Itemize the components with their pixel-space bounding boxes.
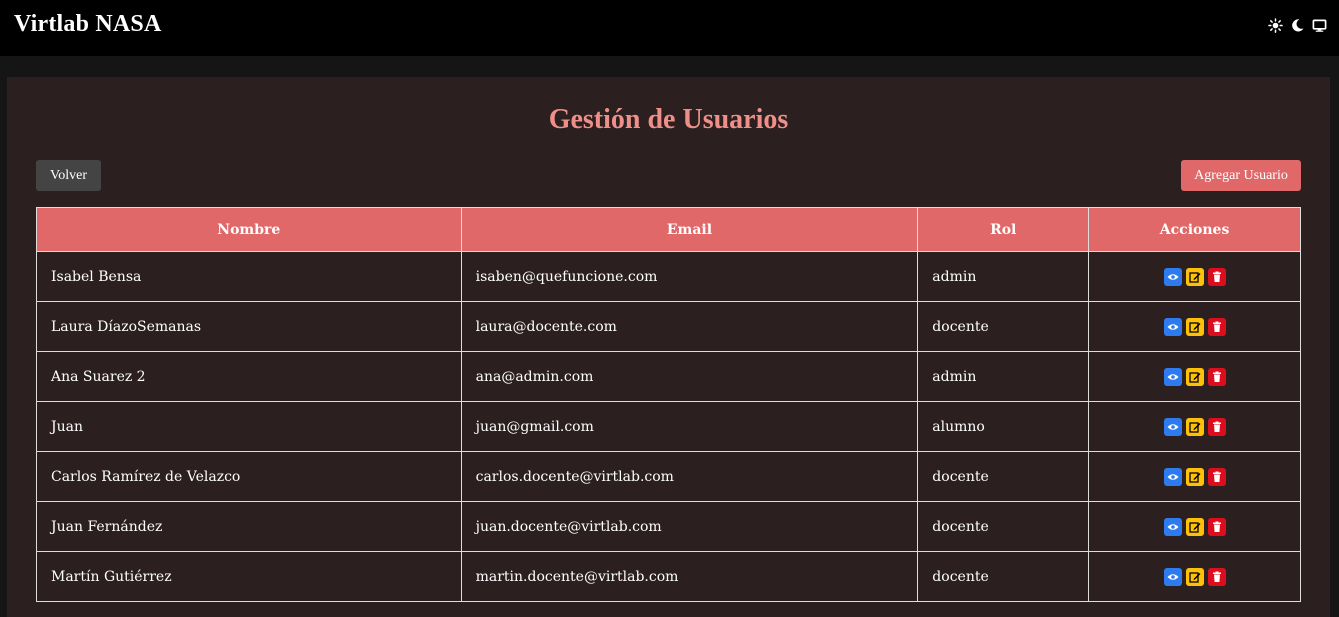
trash-icon[interactable] [1207,317,1226,336]
user-actions-cell [1088,351,1301,402]
table-row[interactable]: Carlos Ramírez de Velazco carlos.docente@… [36,451,1301,502]
user-role-cell: alumno [917,401,1090,452]
navbar: Virtlab NASA [0,0,1339,56]
user-email-cell: ana@admin.com [460,351,919,402]
eye-icon[interactable] [1163,517,1182,536]
user-role-cell: admin [917,351,1090,402]
brand-title[interactable]: Virtlab NASA [14,11,162,38]
user-role-cell: admin [917,251,1090,302]
users-table-body: Isabel Bensa isaben@quefuncione.com admin L… [36,251,1301,602]
user-email-cell: isaben@quefuncione.com [460,251,919,302]
table-row[interactable]: Juan juan@gmail.com alumno [36,401,1301,452]
page-title: Gestión de Usuarios [548,104,789,135]
user-role-cell: docente [917,551,1090,602]
user-role-cell: docente [917,301,1090,352]
column-header-email: Email [460,207,919,252]
edit-icon[interactable] [1185,367,1204,386]
eye-icon[interactable] [1163,267,1182,286]
user-name-cell: Carlos Ramírez de Velazco [36,451,462,502]
trash-icon[interactable] [1207,367,1226,386]
user-actions-cell [1088,301,1301,352]
user-actions-cell [1088,451,1301,502]
user-name-cell: Juan Fernández [36,501,462,552]
edit-icon[interactable] [1185,317,1204,336]
eye-icon[interactable] [1163,367,1182,386]
user-name-cell: Isabel Bensa [36,251,462,302]
table-row[interactable]: Laura DíazoSemanas laura@docente.com docen… [36,301,1301,352]
user-name-cell: Juan [36,401,462,452]
edit-icon[interactable] [1185,267,1204,286]
users-table-header: Nombre Email Rol Acciones [36,207,1301,252]
edit-icon[interactable] [1185,417,1204,436]
user-name-cell: Laura DíazoSemanas [36,301,462,352]
trash-icon[interactable] [1207,417,1226,436]
user-actions-cell [1088,251,1301,302]
theme-toggle [1268,18,1327,33]
eye-icon[interactable] [1163,467,1182,486]
users-table: Nombre Email Rol Acciones Isabel Bensa is… [36,207,1301,602]
eye-icon[interactable] [1163,417,1182,436]
user-email-cell: carlos.docente@virtlab.com [460,451,919,502]
user-email-cell: juan.docente@virtlab.com [460,501,919,552]
user-actions-cell [1088,401,1301,452]
eye-icon[interactable] [1163,317,1182,336]
user-role-cell: docente [917,451,1090,502]
sun-icon[interactable] [1268,18,1283,33]
user-role-cell: docente [917,501,1090,552]
table-row[interactable]: Martín Gutiérrez martin.docente@virtlab.c… [36,551,1301,602]
user-actions-cell [1088,501,1301,552]
column-header-name: Nombre [36,207,462,252]
trash-icon[interactable] [1207,267,1226,286]
user-actions-cell [1088,551,1301,602]
table-row[interactable]: Juan Fernández juan.docente@virtlab.com do… [36,501,1301,552]
edit-icon[interactable] [1185,467,1204,486]
user-email-cell: juan@gmail.com [460,401,919,452]
table-row[interactable]: Isabel Bensa isaben@quefuncione.com admin [36,251,1301,302]
edit-icon[interactable] [1185,567,1204,586]
column-header-actions: Acciones [1088,207,1301,252]
eye-icon[interactable] [1163,567,1182,586]
moon-icon[interactable] [1290,18,1305,33]
edit-icon[interactable] [1185,517,1204,536]
trash-icon[interactable] [1207,467,1226,486]
trash-icon[interactable] [1207,567,1226,586]
user-email-cell: laura@docente.com [460,301,919,352]
back-button[interactable]: Volver [36,160,101,191]
user-name-cell: Ana Suarez 2 [36,351,462,402]
user-name-cell: Martín Gutiérrez [36,551,462,602]
table-row[interactable]: Ana Suarez 2 ana@admin.com admin [36,351,1301,402]
add-user-button[interactable]: Agregar Usuario [1181,160,1301,191]
monitor-icon[interactable] [1312,18,1327,33]
user-email-cell: martin.docente@virtlab.com [460,551,919,602]
trash-icon[interactable] [1207,517,1226,536]
column-header-role: Rol [917,207,1090,252]
